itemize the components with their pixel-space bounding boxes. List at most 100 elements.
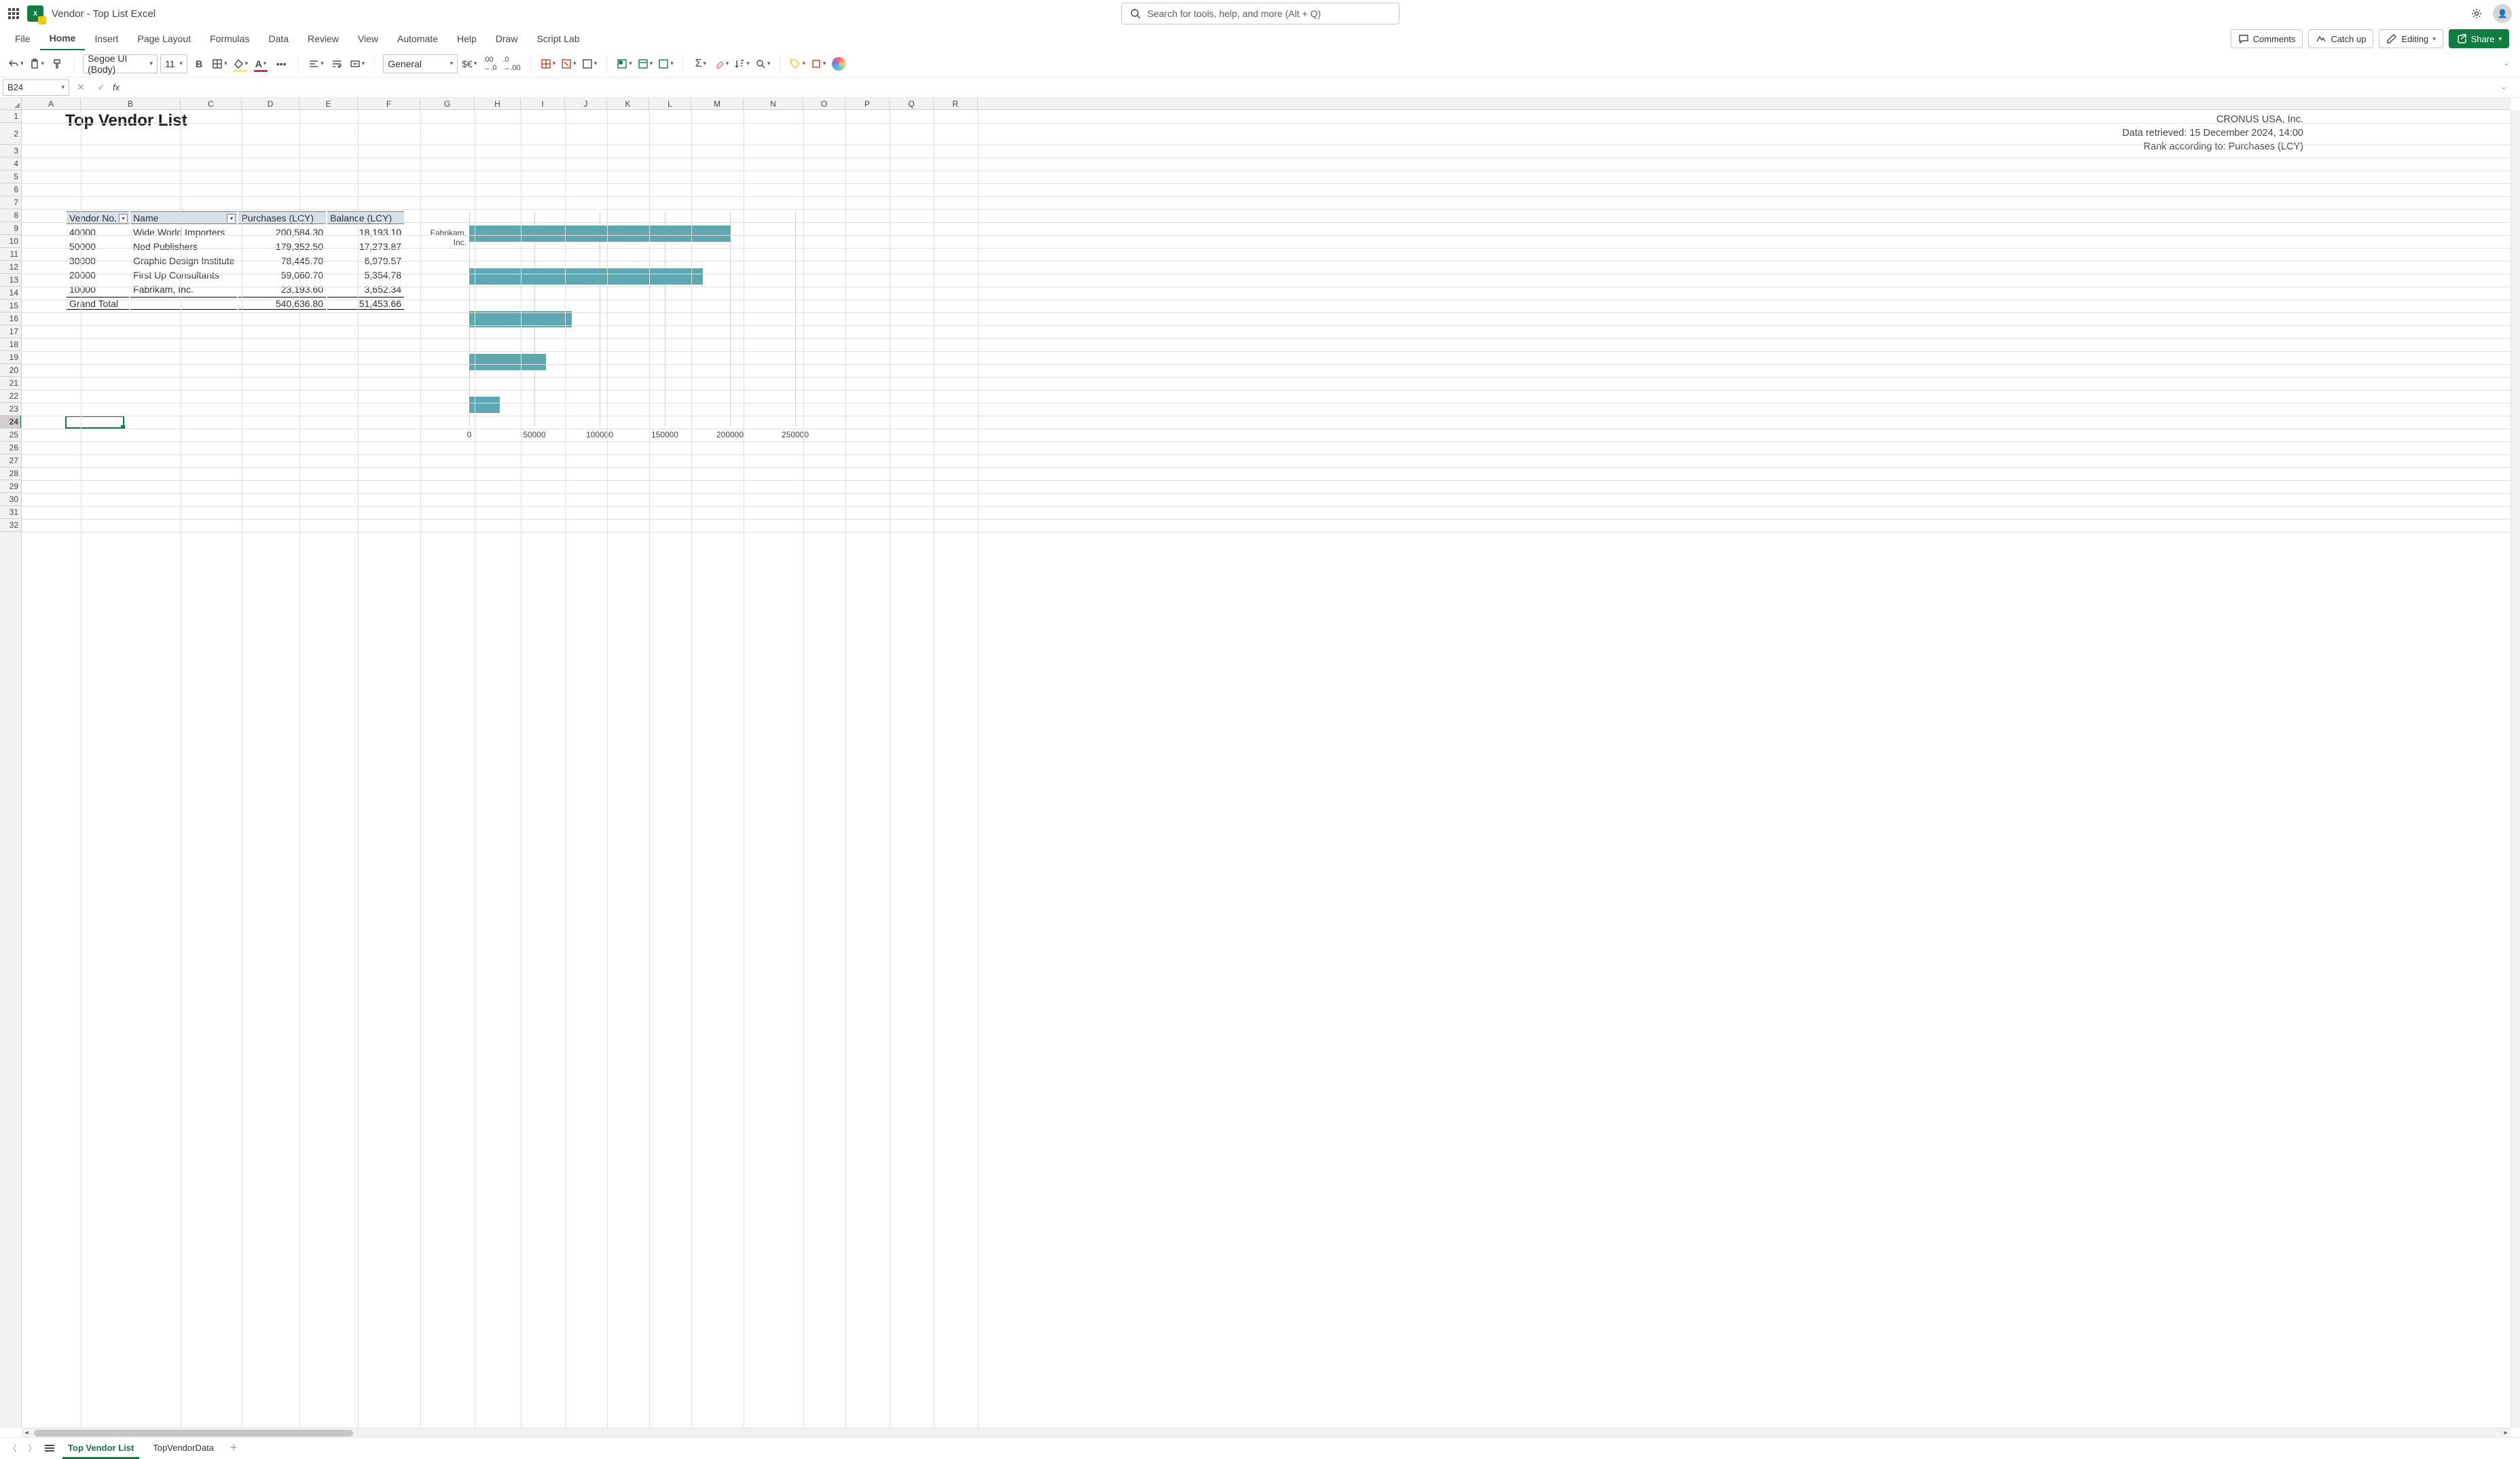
- column-header-P[interactable]: P: [845, 98, 890, 109]
- table-cell[interactable]: 40000: [67, 226, 129, 238]
- merge-button[interactable]: ▾: [348, 54, 367, 73]
- sort-filter-button[interactable]: ▾: [733, 54, 751, 73]
- column-header-G[interactable]: G: [420, 98, 475, 109]
- row-header-18[interactable]: 18: [0, 338, 21, 351]
- row-header-4[interactable]: 4: [0, 158, 21, 170]
- borders-button[interactable]: ▾: [211, 54, 229, 73]
- row-header-14[interactable]: 14: [0, 287, 21, 300]
- wrap-text-button[interactable]: [328, 54, 346, 73]
- table-cell[interactable]: 50000: [67, 240, 129, 253]
- row-header-8[interactable]: 8: [0, 209, 21, 222]
- editing-mode-button[interactable]: Editing ▾: [2379, 29, 2443, 48]
- table-cell[interactable]: 540,636.80: [238, 297, 326, 310]
- ribbon-tab-home[interactable]: Home: [40, 27, 86, 50]
- table-cell[interactable]: 20000: [67, 268, 129, 281]
- number-format-dropdown[interactable]: General▾: [383, 54, 458, 73]
- row-header-24[interactable]: 24: [0, 416, 21, 429]
- enter-formula-button[interactable]: ✓: [92, 78, 110, 97]
- row-header-10[interactable]: 10: [0, 235, 21, 248]
- column-header-N[interactable]: N: [744, 98, 803, 109]
- format-cells-button[interactable]: ▾: [581, 54, 599, 73]
- scroll-right-button[interactable]: ▸: [2501, 1429, 2510, 1437]
- cancel-formula-button[interactable]: ✕: [72, 78, 90, 97]
- row-header-12[interactable]: 12: [0, 261, 21, 274]
- fill-color-button[interactable]: ▾: [232, 54, 250, 73]
- clear-button[interactable]: ▾: [712, 54, 731, 73]
- table-cell[interactable]: 59,060.70: [238, 268, 326, 281]
- formula-bar-expand-button[interactable]: ⌄: [2494, 78, 2512, 97]
- format-painter-button[interactable]: [48, 54, 66, 73]
- find-button[interactable]: ▾: [754, 54, 772, 73]
- column-header-F[interactable]: F: [358, 98, 420, 109]
- prev-sheet-button[interactable]: 〈: [5, 1441, 20, 1454]
- sensitivity-button[interactable]: ▾: [788, 54, 807, 73]
- column-header-L[interactable]: L: [649, 98, 691, 109]
- table-cell[interactable]: 17,273.87: [327, 240, 404, 253]
- column-header-J[interactable]: J: [565, 98, 607, 109]
- row-header-1[interactable]: 1: [0, 110, 21, 123]
- select-all-corner[interactable]: [0, 98, 22, 109]
- catch-up-button[interactable]: Catch up: [2308, 29, 2373, 48]
- row-header-5[interactable]: 5: [0, 170, 21, 183]
- row-header-9[interactable]: 9: [0, 222, 21, 235]
- cell-styles-button[interactable]: ▾: [657, 54, 675, 73]
- row-header-2[interactable]: 2: [0, 123, 21, 145]
- ribbon-tab-formulas[interactable]: Formulas: [200, 27, 259, 50]
- formula-bar-input[interactable]: [122, 79, 2491, 96]
- table-cell[interactable]: Fabrikam, Inc.: [130, 283, 237, 295]
- row-header-30[interactable]: 30: [0, 493, 21, 506]
- column-header-I[interactable]: I: [521, 98, 565, 109]
- undo-button[interactable]: ▾: [7, 54, 25, 73]
- table-cell[interactable]: Wide World Importers: [130, 226, 237, 238]
- sheet-tab[interactable]: TopVendorData: [145, 1440, 222, 1456]
- delete-cells-button[interactable]: ▾: [560, 54, 578, 73]
- row-header-31[interactable]: 31: [0, 506, 21, 519]
- row-header-3[interactable]: 3: [0, 145, 21, 158]
- table-cell[interactable]: 18,193.10: [327, 226, 404, 238]
- align-button[interactable]: ▾: [307, 54, 325, 73]
- row-header-16[interactable]: 16: [0, 312, 21, 325]
- column-header-M[interactable]: M: [691, 98, 744, 109]
- name-box[interactable]: B24 ▾: [3, 79, 69, 96]
- table-cell[interactable]: Grand Total: [67, 297, 129, 310]
- table-cell[interactable]: Nod Publishers: [130, 240, 237, 253]
- format-table-button[interactable]: ▾: [636, 54, 655, 73]
- row-header-11[interactable]: 11: [0, 248, 21, 261]
- column-header-H[interactable]: H: [475, 98, 521, 109]
- row-header-7[interactable]: 7: [0, 196, 21, 209]
- addins-button[interactable]: ▾: [809, 54, 828, 73]
- column-header-O[interactable]: O: [803, 98, 845, 109]
- ribbon-tab-insert[interactable]: Insert: [85, 27, 128, 50]
- table-cell[interactable]: 200,584.30: [238, 226, 326, 238]
- table-cell[interactable]: 5,354.78: [327, 268, 404, 281]
- next-sheet-button[interactable]: 〉: [25, 1441, 39, 1454]
- vertical-scrollbar[interactable]: [2510, 110, 2520, 1428]
- increase-decimal-button[interactable]: .00→.0: [481, 54, 498, 73]
- ribbon-tab-automate[interactable]: Automate: [388, 27, 448, 50]
- row-header-6[interactable]: 6: [0, 183, 21, 196]
- row-header-25[interactable]: 25: [0, 429, 21, 442]
- settings-gear-icon[interactable]: [2471, 8, 2482, 19]
- table-cell[interactable]: 179,352.50: [238, 240, 326, 253]
- share-button[interactable]: Share ▾: [2449, 29, 2509, 48]
- row-header-27[interactable]: 27: [0, 454, 21, 467]
- ribbon-tab-data[interactable]: Data: [259, 27, 298, 50]
- ribbon-tab-draw[interactable]: Draw: [486, 27, 528, 50]
- row-header-21[interactable]: 21: [0, 377, 21, 390]
- row-header-29[interactable]: 29: [0, 480, 21, 493]
- column-header-C[interactable]: C: [181, 98, 242, 109]
- document-title[interactable]: Vendor - Top List Excel: [52, 8, 156, 20]
- horizontal-scrollbar-thumb[interactable]: [34, 1430, 353, 1437]
- fx-icon[interactable]: fx: [113, 82, 120, 92]
- row-header-17[interactable]: 17: [0, 325, 21, 338]
- ribbon-tab-file[interactable]: File: [5, 27, 40, 50]
- column-header-A[interactable]: A: [22, 98, 81, 109]
- table-cell[interactable]: First Up Consultants: [130, 268, 237, 281]
- sheet-tab[interactable]: Top Vendor List: [60, 1440, 142, 1456]
- ribbon-tab-review[interactable]: Review: [298, 27, 348, 50]
- column-header-D[interactable]: D: [242, 98, 299, 109]
- column-header-R[interactable]: R: [934, 98, 978, 109]
- selected-cell[interactable]: [65, 416, 124, 429]
- row-header-22[interactable]: 22: [0, 390, 21, 403]
- currency-button[interactable]: $€▾: [460, 54, 478, 73]
